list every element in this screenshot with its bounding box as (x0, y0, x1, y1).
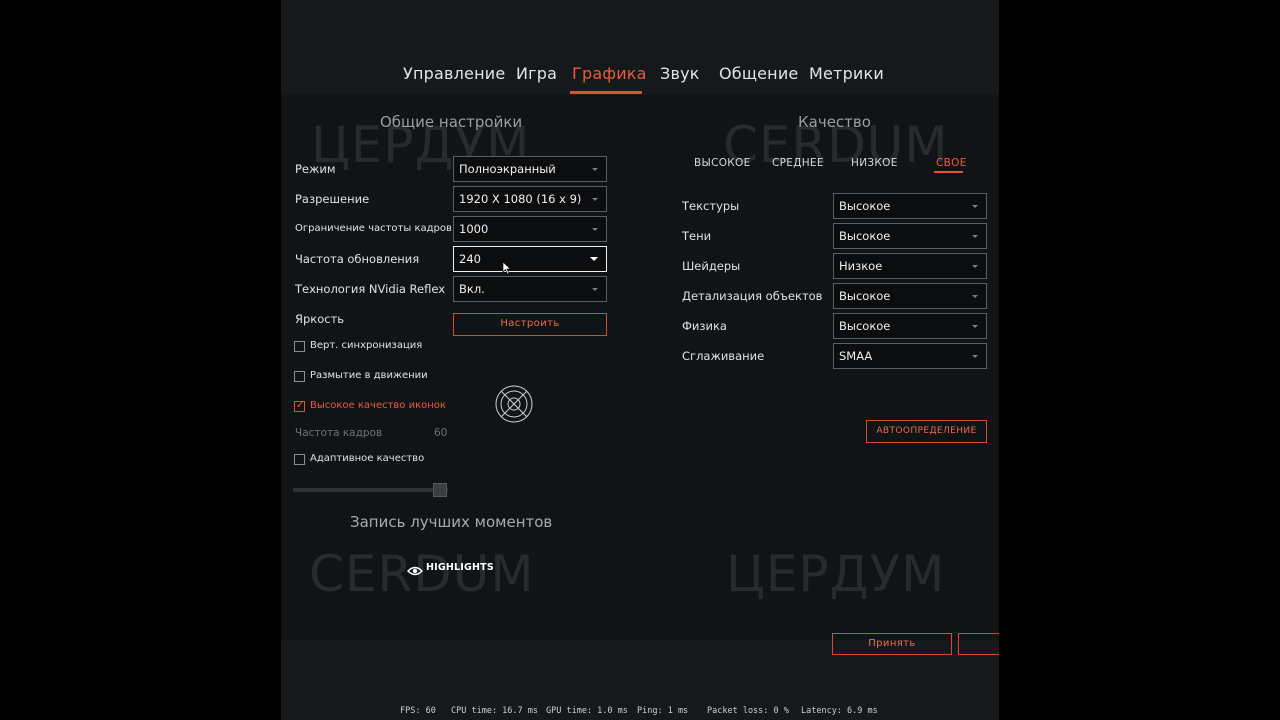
chevron-down-icon (592, 168, 598, 171)
reflex-value: Вкл. (459, 282, 485, 296)
detail-value: Высокое (839, 289, 891, 303)
preset-low[interactable]: НИЗКОЕ (851, 157, 898, 169)
antialiasing-select[interactable]: SMAA (833, 343, 987, 369)
resolution-label: Разрешение (295, 192, 370, 206)
hq-icons-label: Высокое качество иконок (310, 400, 446, 411)
vsync-label: Верт. синхронизация (310, 340, 423, 351)
resolution-value: 1920 X 1080 (16 x 9) (459, 192, 582, 206)
chevron-down-icon (592, 228, 598, 231)
adaptive-quality-slider-track[interactable] (293, 488, 448, 492)
status-ping: Ping: 1 ms (637, 706, 689, 716)
brightness-configure-button[interactable]: Настроить (453, 313, 607, 336)
antialiasing-label: Сглаживание (682, 349, 765, 363)
shadows-label: Тени (682, 229, 712, 243)
shaders-value: Низкое (839, 259, 883, 273)
preset-custom[interactable]: СВОЕ (936, 157, 967, 169)
chevron-down-icon (972, 295, 978, 298)
chevron-down-icon (972, 205, 978, 208)
adaptive-quality-slider-handle[interactable] (433, 483, 447, 497)
highlights-label: HIGHLIGHTS (426, 562, 494, 573)
reflex-label: Технология NVidia Reflex (295, 282, 446, 296)
status-fps: FPS: 60 (400, 706, 436, 716)
resolution-select[interactable]: 1920 X 1080 (16 x 9) (453, 186, 607, 212)
tab-sound[interactable]: Звук (660, 64, 700, 83)
status-gpu: GPU time: 1.0 ms (546, 706, 628, 716)
mode-value: Полноэкранный (459, 162, 556, 176)
chevron-down-icon (592, 288, 598, 291)
refresh-rate-select[interactable]: 240 (453, 246, 607, 272)
textures-value: Высокое (839, 199, 891, 213)
status-packet-loss: Packet loss: 0 % (707, 706, 789, 716)
status-cpu: CPU time: 16.7 ms (451, 706, 538, 716)
tab-game[interactable]: Игра (516, 64, 557, 83)
brightness-label: Яркость (295, 312, 345, 326)
mode-label: Режим (295, 162, 336, 176)
preset-high[interactable]: ВЫСОКОЕ (694, 157, 751, 169)
physics-label: Физика (682, 319, 727, 333)
active-tab-underline (570, 91, 642, 94)
chevron-down-icon (592, 198, 598, 201)
quality-title: Качество (798, 113, 871, 131)
detail-select[interactable]: Высокое (833, 283, 987, 309)
frame-rate-label: Частота кадров (295, 427, 383, 439)
reflex-select[interactable]: Вкл. (453, 276, 607, 302)
mode-select[interactable]: Полноэкранный (453, 156, 607, 182)
chevron-down-icon (972, 235, 978, 238)
chevron-down-icon (972, 325, 978, 328)
autodetect-button[interactable]: АВТООПРЕДЕЛЕНИЕ (866, 420, 987, 443)
nvidia-eye-icon (407, 562, 423, 576)
fps-limit-value: 1000 (459, 222, 489, 236)
tab-controls[interactable]: Управление (403, 64, 505, 83)
cancel-button-partial[interactable] (958, 633, 999, 655)
fps-limit-label: Ограничение частоты кадров (295, 223, 452, 234)
preset-medium[interactable]: СРЕДНЕЕ (772, 157, 824, 169)
shaders-label: Шейдеры (682, 259, 741, 273)
crosshair-icon (495, 385, 533, 423)
chevron-down-icon (972, 355, 978, 358)
settings-tabs: Управление Игра Графика Звук Общение Мет… (281, 60, 999, 94)
accept-button[interactable]: Принять (832, 633, 952, 655)
adaptive-quality-label: Адаптивное качество (310, 453, 425, 464)
physics-value: Высокое (839, 319, 891, 333)
detail-label: Детализация объектов (682, 289, 823, 303)
tab-metrics[interactable]: Метрики (809, 64, 884, 83)
adaptive-quality-checkbox[interactable] (294, 454, 305, 465)
tab-communication[interactable]: Общение (719, 64, 798, 83)
fps-limit-select[interactable]: 1000 (453, 216, 607, 242)
antialiasing-value: SMAA (839, 349, 873, 363)
chevron-down-icon (972, 265, 978, 268)
frame-rate-value: 60 (434, 427, 448, 439)
textures-label: Текстуры (682, 199, 740, 213)
refresh-rate-value: 240 (459, 252, 481, 266)
settings-screen: Управление Игра Графика Звук Общение Мет… (281, 0, 999, 720)
mouse-cursor-icon (502, 261, 512, 275)
highlights-title: Запись лучших моментов (350, 513, 553, 531)
refresh-rate-label: Частота обновления (295, 252, 420, 266)
textures-select[interactable]: Высокое (833, 193, 987, 219)
status-latency: Latency: 6.9 ms (801, 706, 878, 716)
vsync-checkbox[interactable] (294, 341, 305, 352)
shaders-select[interactable]: Низкое (833, 253, 987, 279)
shadows-select[interactable]: Высокое (833, 223, 987, 249)
checkmark-icon: ✓ (296, 400, 305, 411)
active-preset-underline (934, 171, 963, 173)
motion-blur-label: Размытие в движении (310, 370, 428, 381)
motion-blur-checkbox[interactable] (294, 371, 305, 382)
chevron-down-icon (590, 257, 598, 261)
shadows-value: Высокое (839, 229, 891, 243)
tab-graphics[interactable]: Графика (572, 64, 647, 83)
physics-select[interactable]: Высокое (833, 313, 987, 339)
general-settings-title: Общие настройки (380, 113, 523, 131)
hq-icons-checkbox[interactable]: ✓ (294, 400, 305, 412)
